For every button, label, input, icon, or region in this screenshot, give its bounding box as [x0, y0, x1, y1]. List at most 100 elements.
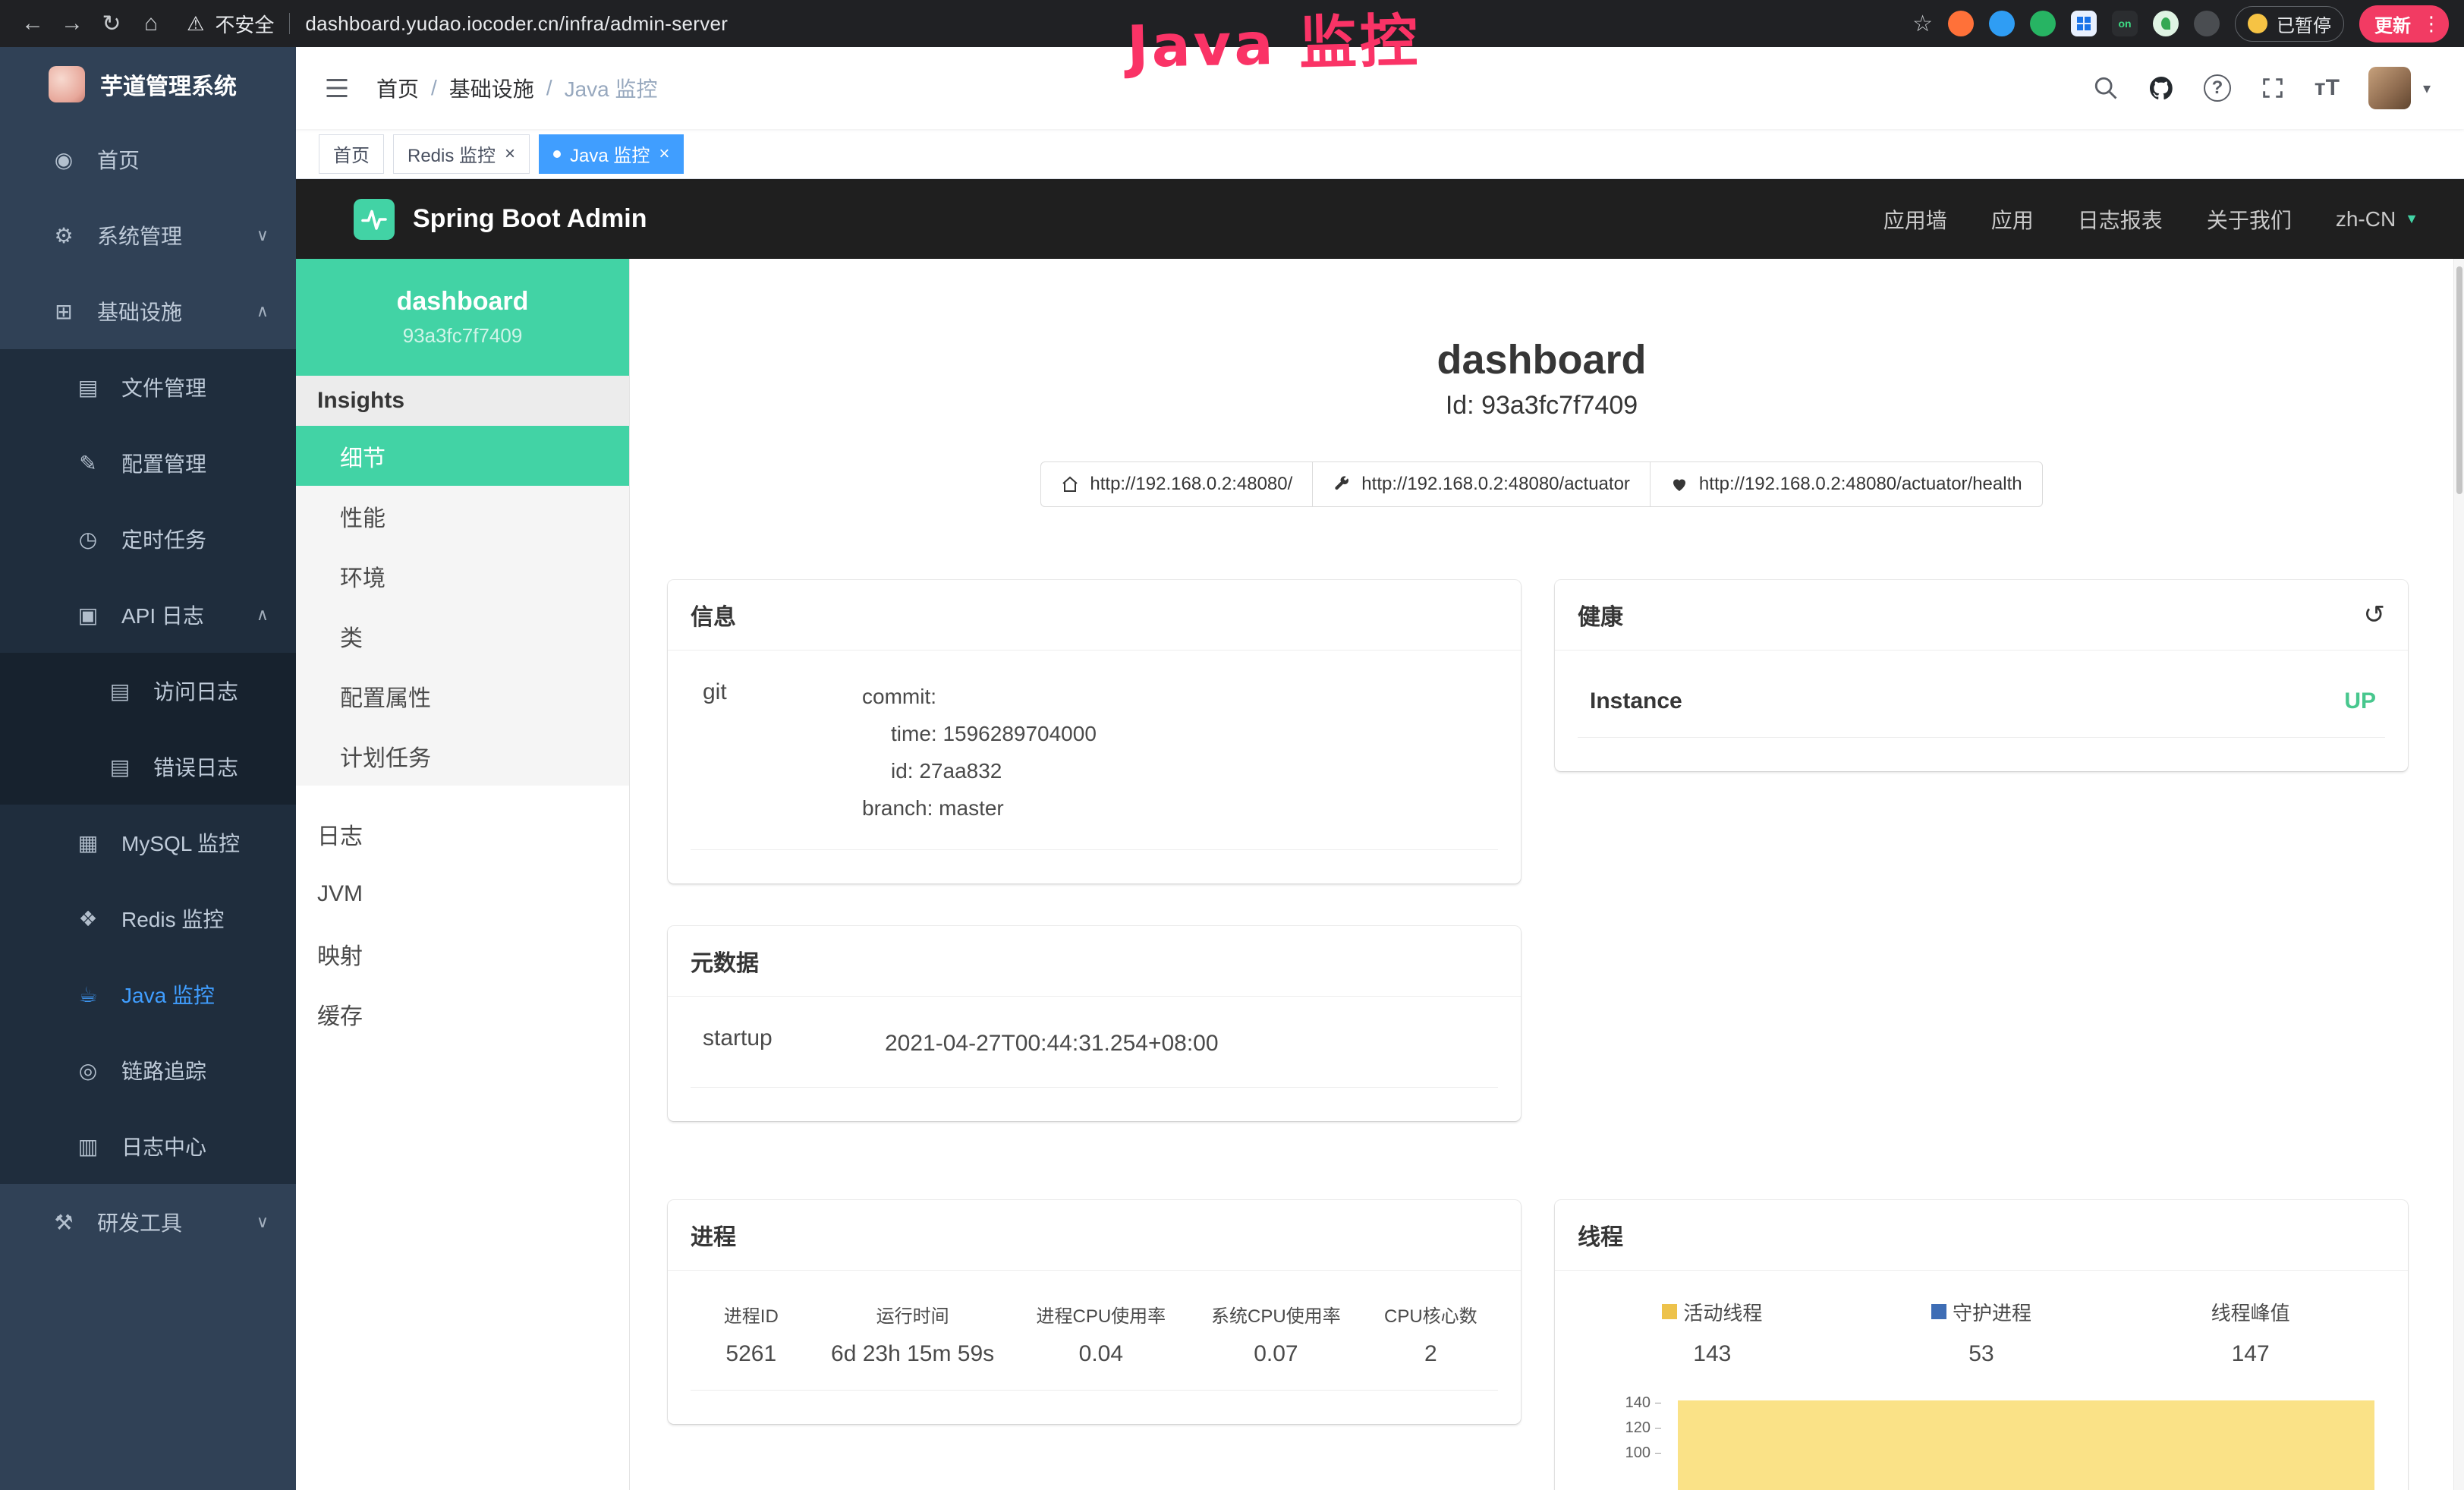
instance-link-health[interactable]: http://192.168.0.2:48080/actuator/health — [1650, 461, 2043, 507]
sba-item-classes[interactable]: 类 — [296, 606, 629, 666]
sidebar-item-infrastructure[interactable]: ⊞ 基础设施 ∧ — [0, 273, 296, 349]
header-actions: ? тT ▾ — [2093, 67, 2431, 109]
reload-icon[interactable]: ↻ — [94, 6, 129, 41]
tag-tabs-bar: 首页 Redis 监控 × Java 监控 × — [296, 129, 2464, 179]
scrollbar-thumb[interactable] — [2456, 266, 2462, 494]
sba-item-config-props[interactable]: 配置属性 — [296, 666, 629, 726]
card-body: git commit: time: 1596289704000 id: 27aa… — [668, 650, 1521, 884]
link-url: http://192.168.0.2:48080/actuator — [1361, 474, 1630, 495]
grid-icon — [2077, 17, 2091, 30]
sba-group-list: 日志 JVM 映射 缓存 — [296, 804, 629, 1044]
tools-icon: ⚒ — [50, 1210, 77, 1235]
legend-label: 活动线程 — [1578, 1298, 1847, 1326]
extension-icon-on-switch[interactable]: on — [2112, 11, 2138, 36]
sba-item-caches[interactable]: 缓存 — [296, 984, 629, 1044]
update-button[interactable]: 更新 ⋮ — [2359, 5, 2449, 43]
sba-nav-wallboard[interactable]: 应用墙 — [1883, 204, 1947, 235]
history-icon[interactable]: ↺ — [2364, 600, 2386, 630]
search-icon[interactable] — [2093, 75, 2119, 101]
sidebar-item-redis-monitor[interactable]: ❖ Redis 监控 — [0, 880, 296, 956]
back-icon[interactable]: ← — [15, 6, 50, 41]
metadata-card: 元数据 startup 2021-04-27T00:44:31.254+08:0… — [668, 926, 1521, 1121]
sidebar-item-error-logs[interactable]: ▤ 错误日志 — [0, 729, 296, 805]
leaf-icon — [2161, 17, 2170, 30]
sba-section-insights[interactable]: Insights — [296, 376, 629, 426]
instance-link-home[interactable]: http://192.168.0.2:48080/ — [1040, 461, 1313, 507]
sba-nav-journal[interactable]: 日志报表 — [2078, 204, 2163, 235]
extension-icon-green[interactable] — [2030, 11, 2056, 36]
sba-item-environment[interactable]: 环境 — [296, 546, 629, 606]
sba-item-mappings[interactable]: 映射 — [296, 924, 629, 984]
cell-value: 0.04 — [1014, 1341, 1189, 1367]
sba-item-performance[interactable]: 性能 — [296, 486, 629, 546]
instance-link-actuator[interactable]: http://192.168.0.2:48080/actuator — [1312, 461, 1651, 507]
sidebar-item-label: API 日志 — [121, 600, 204, 630]
help-icon[interactable]: ? — [2204, 74, 2231, 102]
sidebar-item-dev-tools[interactable]: ⚒ 研发工具 ∨ — [0, 1184, 296, 1260]
gear-icon: ⚙ — [50, 223, 77, 248]
instance-links: http://192.168.0.2:48080/ http://192.168… — [630, 461, 2453, 507]
close-icon[interactable]: × — [505, 145, 515, 163]
extension-icon-blue-drop[interactable] — [1989, 11, 2015, 36]
sidebar-item-scheduled-jobs[interactable]: ◷ 定时任务 — [0, 501, 296, 577]
sidebar-item-config-management[interactable]: ✎ 配置管理 — [0, 425, 296, 501]
chevron-down-icon: ∨ — [256, 225, 269, 245]
sidebar-item-home[interactable]: ◉ 首页 — [0, 121, 296, 197]
tab-home[interactable]: 首页 — [319, 134, 384, 174]
kebab-menu-icon[interactable]: ⋮ — [2422, 12, 2441, 36]
breadcrumb-infrastructure[interactable]: 基础设施 — [449, 73, 534, 103]
sba-item-details[interactable]: 细节 — [296, 426, 629, 486]
sba-nav: 应用墙 应用 日志报表 关于我们 zh-CN ▼ — [1883, 204, 2418, 235]
tab-java-monitor[interactable]: Java 监控 × — [539, 134, 684, 174]
sba-item-jvm[interactable]: JVM — [296, 864, 629, 924]
sidebar-item-api-logs[interactable]: ▣ API 日志 ∧ — [0, 577, 296, 653]
extension-icon-orange[interactable] — [1948, 11, 1974, 36]
address-bar[interactable]: ⚠ 不安全 dashboard.yudao.iocoder.cn/infra/a… — [187, 10, 728, 38]
tab-redis-monitor[interactable]: Redis 监控 × — [393, 134, 530, 174]
font-size-icon[interactable]: тT — [2315, 75, 2340, 101]
info-line: id: 27aa832 — [862, 759, 1002, 783]
paused-badge[interactable]: 已暂停 — [2235, 6, 2344, 42]
extension-icon-leaf[interactable] — [2153, 11, 2179, 36]
breadcrumb-separator: / — [431, 76, 437, 100]
sba-nav-applications[interactable]: 应用 — [1991, 204, 2034, 235]
sidebar-item-java-monitor[interactable]: ☕ Java 监控 — [0, 956, 296, 1032]
card-title: 线程 — [1555, 1200, 2408, 1271]
home-icon[interactable]: ⌂ — [134, 6, 168, 41]
sidebar-item-log-center[interactable]: ▥ 日志中心 — [0, 1108, 296, 1184]
sba-item-logs[interactable]: 日志 — [296, 804, 629, 864]
sidebar-item-system-management[interactable]: ⚙ 系统管理 ∨ — [0, 197, 296, 273]
sba-nav-about[interactable]: 关于我们 — [2207, 204, 2292, 235]
fullscreen-icon[interactable] — [2260, 75, 2286, 101]
sidebar-item-file-management[interactable]: ▤ 文件管理 — [0, 349, 296, 425]
sidebar-item-label: 文件管理 — [121, 372, 206, 402]
extension-icon-dark[interactable] — [2194, 11, 2220, 36]
app-logo[interactable]: 芋道管理系统 — [0, 47, 296, 121]
sidebar-item-label: 错误日志 — [153, 751, 238, 782]
process-table: 进程ID 运行时间 进程CPU使用率 系统CPU使用率 CPU核心数 5261 … — [691, 1298, 1498, 1391]
instance-header[interactable]: dashboard 93a3fc7f7409 — [296, 259, 629, 376]
close-icon[interactable]: × — [659, 145, 669, 163]
breadcrumb-home[interactable]: 首页 — [376, 73, 419, 103]
sba-item-scheduled-tasks[interactable]: 计划任务 — [296, 726, 629, 786]
process-card-title: 进程 — [691, 1218, 736, 1252]
scrollbar[interactable] — [2453, 259, 2464, 1490]
java-icon: ☕ — [74, 982, 102, 1007]
process-card: 进程 进程ID 运行时间 进程CPU使用率 系统CPU使用率 CPU核心数 52… — [668, 1200, 1521, 1424]
forward-icon[interactable]: → — [55, 6, 90, 41]
sidebar-item-access-logs[interactable]: ▤ 访问日志 — [0, 653, 296, 729]
metadata-row: startup 2021-04-27T00:44:31.254+08:00 — [691, 1024, 1498, 1088]
sidebar-item-label: 定时任务 — [121, 524, 206, 554]
hamburger-icon[interactable] — [323, 74, 351, 102]
github-icon[interactable] — [2148, 74, 2175, 102]
info-card: 信息 git commit: time: 1596289704000 id: 2… — [668, 580, 1521, 884]
bookmark-star-icon[interactable]: ☆ — [1912, 11, 1933, 37]
col-header: CPU核心数 — [1364, 1301, 1498, 1328]
sidebar-item-trace[interactable]: ◎ 链路追踪 — [0, 1032, 296, 1108]
cell-value: 0.07 — [1188, 1341, 1364, 1367]
legend-live: 活动线程 143 — [1578, 1298, 1847, 1367]
extension-icon-grid[interactable] — [2071, 11, 2097, 36]
avatar[interactable] — [2368, 67, 2411, 109]
sidebar-item-mysql-monitor[interactable]: ▦ MySQL 监控 — [0, 805, 296, 880]
locale-selector[interactable]: zh-CN ▼ — [2336, 207, 2418, 232]
